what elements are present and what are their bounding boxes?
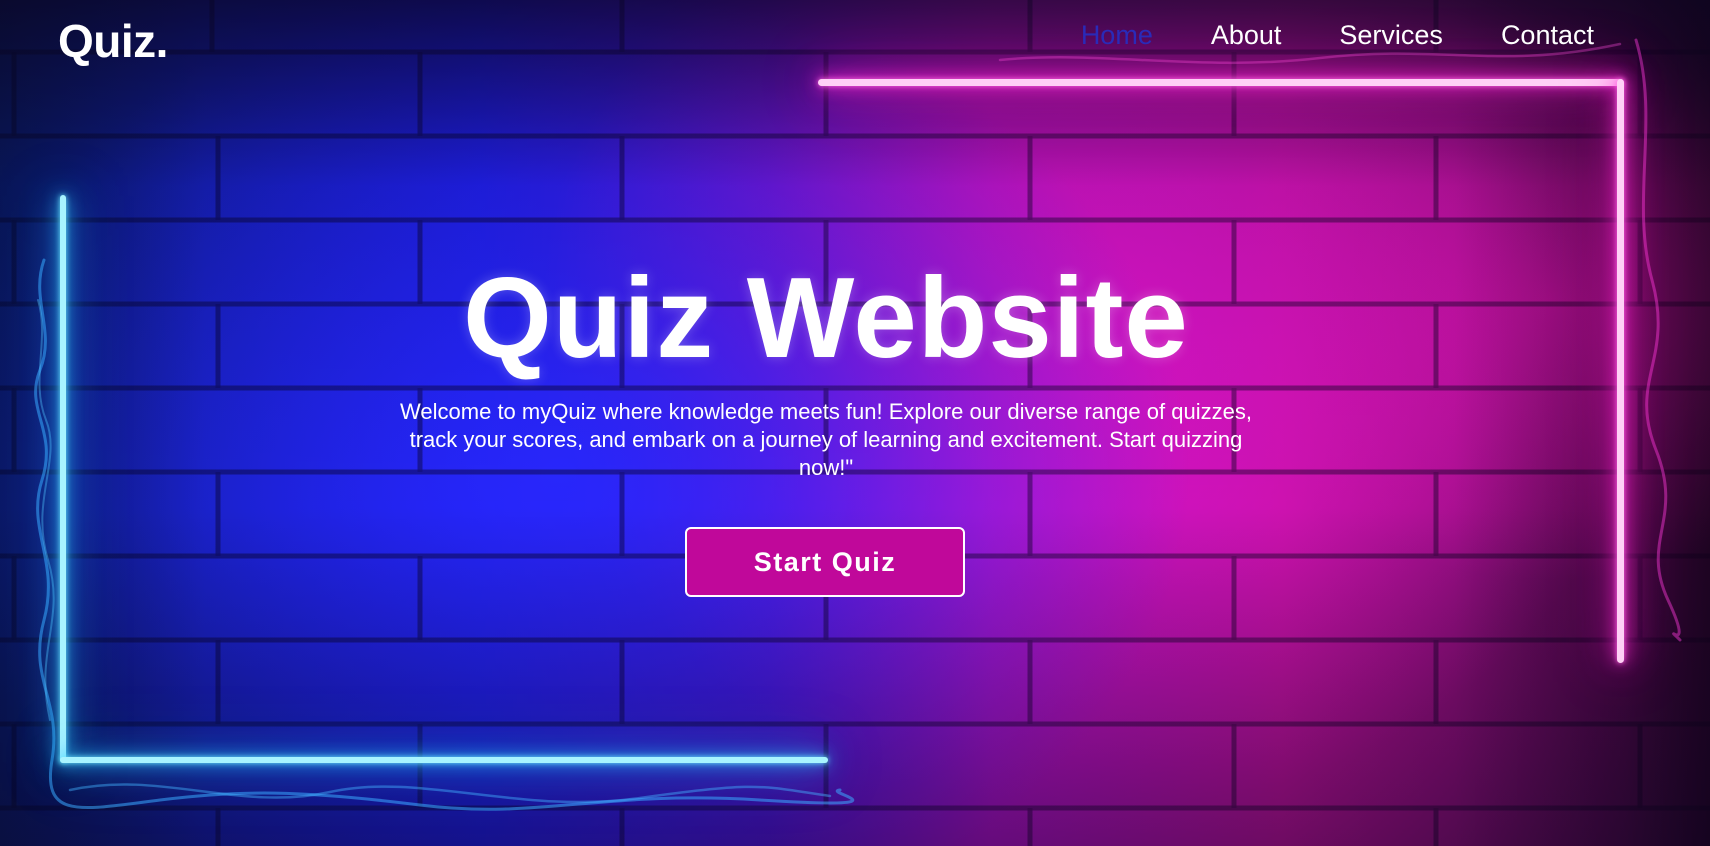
nav-link-home[interactable]: Home (1081, 20, 1153, 51)
start-quiz-button[interactable]: Start Quiz (685, 527, 965, 597)
hero-title: Quiz Website (463, 255, 1189, 382)
main-nav: Home About Services Contact (1023, 20, 1594, 51)
page: Quiz. Home About Services Contact Quiz W… (0, 0, 1710, 846)
nav-link-about[interactable]: About (1211, 20, 1282, 51)
neon-line-pink-horizontal (818, 79, 1624, 86)
neon-line-blue-horizontal (60, 757, 828, 763)
nav-link-contact[interactable]: Contact (1501, 20, 1594, 51)
nav-link-services[interactable]: Services (1339, 20, 1443, 51)
hero-description: Welcome to myQuiz where knowledge meets … (400, 399, 1252, 480)
site-logo[interactable]: Quiz. (58, 14, 168, 68)
